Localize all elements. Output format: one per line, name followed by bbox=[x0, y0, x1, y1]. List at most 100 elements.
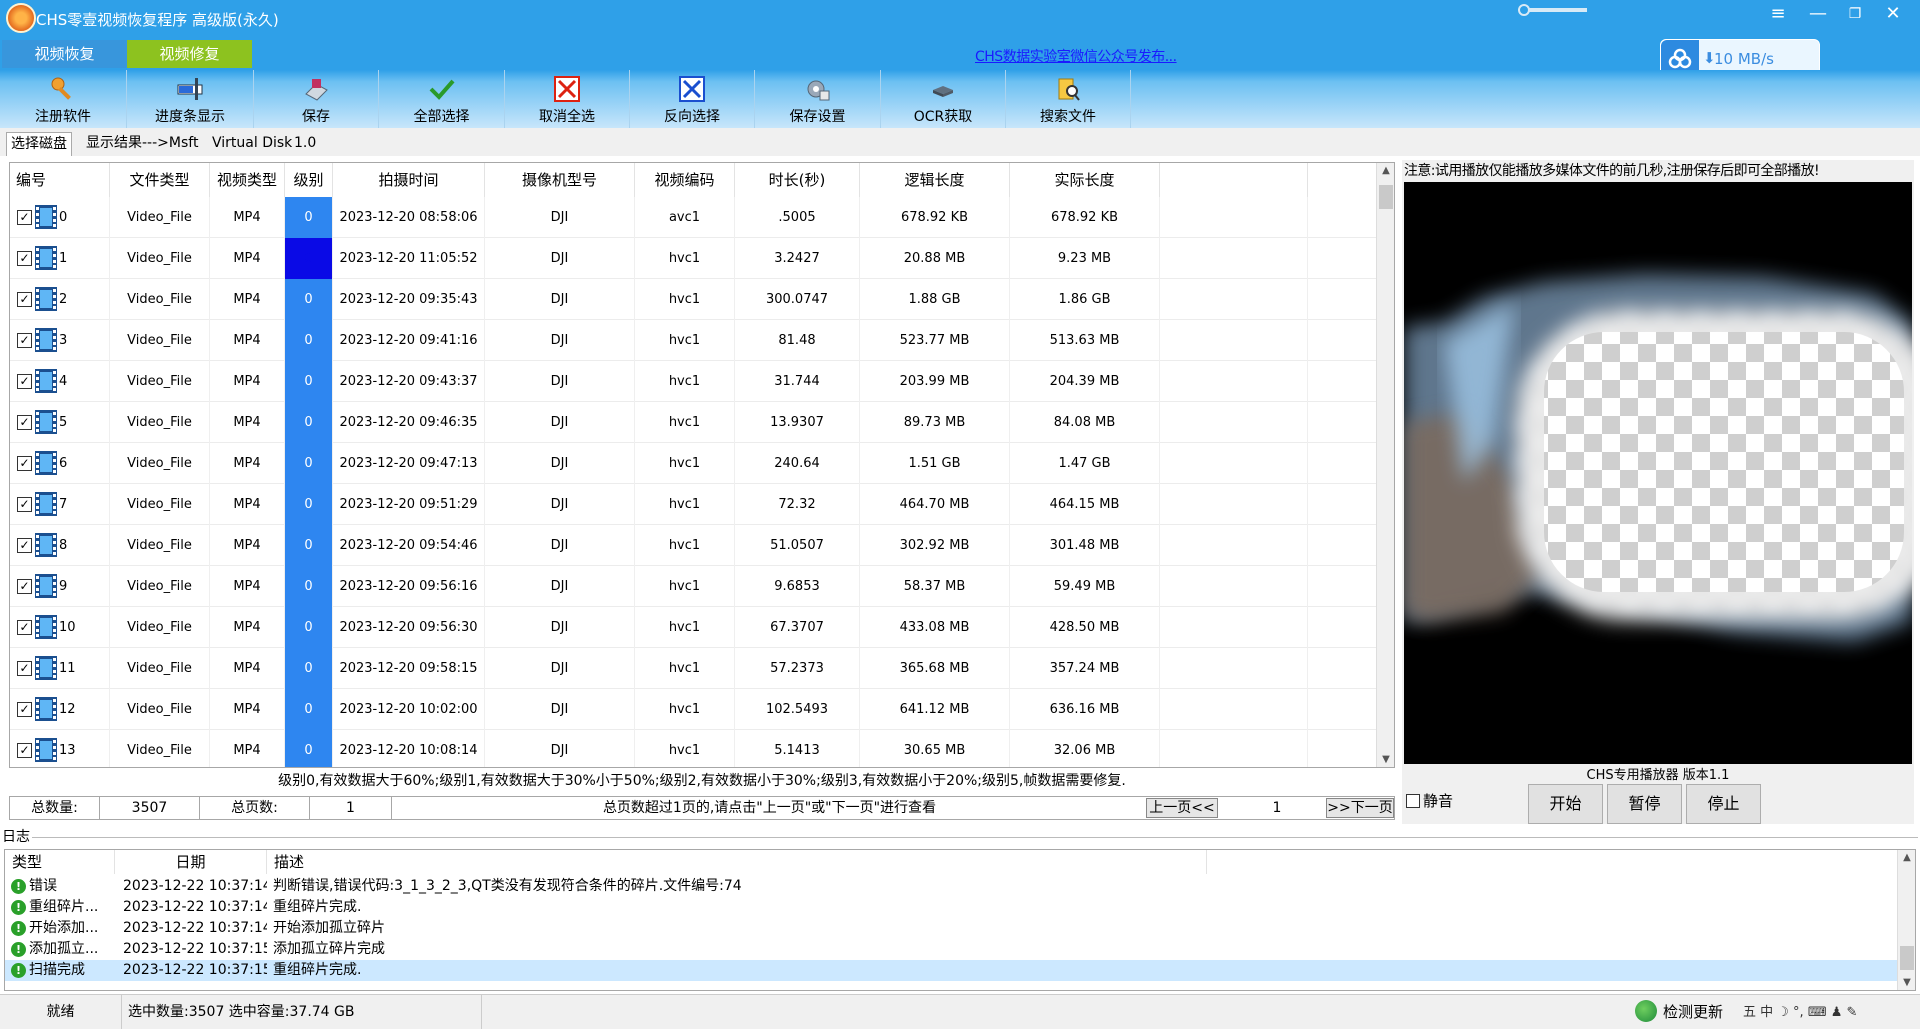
log-scroll-up-icon[interactable]: ▲ bbox=[1898, 852, 1915, 863]
row-id-cell[interactable]: ✓ 0 bbox=[10, 197, 110, 238]
tab-version[interactable]: 1.0 bbox=[290, 132, 320, 156]
table-row[interactable]: ✓ 0 Video_File MP4 0 2023-12-20 08:58:06 DJI av… bbox=[10, 197, 1376, 238]
wechat-notice-link[interactable]: CHS数据实验室微信公众号发布... bbox=[975, 46, 1177, 66]
row-id-cell[interactable]: ✓ 9 bbox=[10, 566, 110, 607]
prev-page-button[interactable]: 上一页<< bbox=[1146, 798, 1218, 818]
log-row[interactable]: ! 扫描完成 2023-12-22 10:37:15 重组碎片完成. bbox=[5, 960, 1899, 981]
log-scroll-thumb[interactable] bbox=[1900, 946, 1914, 970]
log-scroll-down-icon[interactable]: ▼ bbox=[1898, 977, 1915, 988]
column-header-codec[interactable]: 视频编码 bbox=[635, 163, 735, 197]
save-button[interactable]: 保存 bbox=[254, 70, 379, 128]
row-id-cell[interactable]: ✓ 12 bbox=[10, 689, 110, 730]
column-header-id[interactable]: 编号 bbox=[10, 163, 110, 197]
save-settings-button[interactable]: 保存设置 bbox=[755, 70, 881, 128]
row-checkbox[interactable]: ✓ bbox=[17, 292, 32, 307]
scroll-down-icon[interactable]: ▼ bbox=[1377, 754, 1394, 765]
start-button[interactable]: 开始 bbox=[1528, 784, 1603, 824]
row-id-cell[interactable]: ✓ 10 bbox=[10, 607, 110, 648]
table-row[interactable]: ✓ 7 Video_File MP4 0 2023-12-20 09:51:29 DJI hv… bbox=[10, 484, 1376, 525]
row-checkbox[interactable]: ✓ bbox=[17, 210, 32, 225]
tab-results-msft[interactable]: 显示结果--->Msft bbox=[82, 132, 202, 156]
scroll-thumb[interactable] bbox=[1379, 185, 1393, 209]
tab-video-repair[interactable]: 视频修复 bbox=[127, 40, 252, 68]
table-row[interactable]: ✓ 4 Video_File MP4 0 2023-12-20 09:43:37 DJI hv… bbox=[10, 361, 1376, 402]
ocr-fetch-button[interactable]: OCR获取 bbox=[881, 70, 1006, 128]
row-id-cell[interactable]: ✓ 5 bbox=[10, 402, 110, 443]
scroll-up-icon[interactable]: ▲ bbox=[1377, 165, 1394, 176]
row-checkbox[interactable]: ✓ bbox=[17, 579, 32, 594]
table-row[interactable]: ✓ 12 Video_File MP4 0 2023-12-20 10:02:00 DJI h… bbox=[10, 689, 1376, 730]
tab-virtual-disk[interactable]: Virtual Disk bbox=[208, 132, 296, 156]
log-header-type[interactable]: 类型 bbox=[5, 850, 115, 874]
progress-display-button[interactable]: 进度条显示 bbox=[127, 70, 254, 128]
row-id-cell[interactable]: ✓ 2 bbox=[10, 279, 110, 320]
column-header-level[interactable]: 级别 bbox=[285, 163, 333, 197]
table-row[interactable]: ✓ 5 Video_File MP4 0 2023-12-20 09:46:35 DJI hv… bbox=[10, 402, 1376, 443]
pause-button[interactable]: 暂停 bbox=[1607, 784, 1682, 824]
tab-select-disk[interactable]: 选择磁盘 bbox=[6, 132, 72, 156]
log-scrollbar[interactable]: ▲ ▼ bbox=[1897, 850, 1915, 990]
current-page-input[interactable]: 1 bbox=[1220, 797, 1334, 819]
close-icon[interactable]: ✕ bbox=[1876, 2, 1910, 26]
mute-checkbox[interactable]: 静音 bbox=[1406, 790, 1453, 811]
mute-checkbox-box[interactable] bbox=[1406, 794, 1420, 808]
table-row[interactable]: ✓ 6 Video_File MP4 0 2023-12-20 09:47:13 DJI hv… bbox=[10, 443, 1376, 484]
row-id-cell[interactable]: ✓ 4 bbox=[10, 361, 110, 402]
column-header-camera[interactable]: 摄像机型号 bbox=[485, 163, 635, 197]
log-row[interactable]: ! 错误 2023-12-22 10:37:14 判断错误,错误代码:3_1_3_2_… bbox=[5, 876, 1899, 897]
column-header-logical[interactable]: 逻辑长度 bbox=[860, 163, 1010, 197]
restore-icon[interactable]: ❐ bbox=[1838, 2, 1872, 26]
row-checkbox[interactable]: ✓ bbox=[17, 251, 32, 266]
row-id-cell[interactable]: ✓ 11 bbox=[10, 648, 110, 689]
table-row[interactable]: ✓ 11 Video_File MP4 0 2023-12-20 09:58:15 DJI h… bbox=[10, 648, 1376, 689]
search-files-button[interactable]: 搜索文件 bbox=[1006, 70, 1131, 128]
row-checkbox[interactable]: ✓ bbox=[17, 661, 32, 676]
cell-codec: avc1 bbox=[635, 197, 735, 238]
log-row[interactable]: ! 添加孤立... 2023-12-22 10:37:15 添加孤立碎片完成 bbox=[5, 939, 1899, 960]
row-checkbox[interactable]: ✓ bbox=[17, 743, 32, 758]
column-header-duration[interactable]: 时长(秒) bbox=[735, 163, 860, 197]
row-id-cell[interactable]: ✓ 7 bbox=[10, 484, 110, 525]
row-checkbox[interactable]: ✓ bbox=[17, 415, 32, 430]
row-checkbox[interactable]: ✓ bbox=[17, 702, 32, 717]
column-header-actual[interactable]: 实际长度 bbox=[1010, 163, 1160, 197]
table-row[interactable]: ✓ 3 Video_File MP4 0 2023-12-20 09:41:16 DJI hv… bbox=[10, 320, 1376, 361]
table-row[interactable]: ✓ 8 Video_File MP4 0 2023-12-20 09:54:46 DJI hv… bbox=[10, 525, 1376, 566]
row-checkbox[interactable]: ✓ bbox=[17, 538, 32, 553]
row-checkbox[interactable]: ✓ bbox=[17, 497, 32, 512]
table-row[interactable]: ✓ 9 Video_File MP4 0 2023-12-20 09:56:16 DJI hv… bbox=[10, 566, 1376, 607]
window-title: CHS零壹视频恢复程序 高级版(永久) bbox=[36, 11, 279, 29]
log-row[interactable]: ! 开始添加... 2023-12-22 10:37:14 开始添加孤立碎片 bbox=[5, 918, 1899, 939]
column-header-vtype[interactable]: 视频类型 bbox=[210, 163, 285, 197]
minimize-icon[interactable]: — bbox=[1801, 2, 1835, 26]
check-update-button[interactable]: 检测更新 bbox=[1635, 995, 1723, 1029]
log-header-date[interactable]: 日期 bbox=[115, 850, 267, 874]
register-button[interactable]: 注册软件 bbox=[0, 70, 127, 128]
table-row[interactable]: ✓ 2 Video_File MP4 0 2023-12-20 09:35:43 DJI hv… bbox=[10, 279, 1376, 320]
video-preview[interactable] bbox=[1404, 182, 1912, 764]
row-id-cell[interactable]: ✓ 1 bbox=[10, 238, 110, 279]
row-checkbox[interactable]: ✓ bbox=[17, 620, 32, 635]
stop-button[interactable]: 停止 bbox=[1686, 784, 1761, 824]
log-row[interactable]: ! 重组碎片... 2023-12-22 10:37:14 重组碎片完成. bbox=[5, 897, 1899, 918]
table-row[interactable]: ✓ 10 Video_File MP4 0 2023-12-20 09:56:30 DJI h… bbox=[10, 607, 1376, 648]
row-id-cell[interactable]: ✓ 3 bbox=[10, 320, 110, 361]
row-id-cell[interactable]: ✓ 8 bbox=[10, 525, 110, 566]
tab-video-recover[interactable]: 视频恢复 bbox=[2, 40, 127, 68]
next-page-button[interactable]: >>下一页 bbox=[1326, 798, 1394, 818]
column-header-time[interactable]: 拍摄时间 bbox=[333, 163, 485, 197]
table-scrollbar[interactable]: ▲ ▼ bbox=[1376, 163, 1394, 767]
invert-selection-button[interactable]: 反向选择 bbox=[630, 70, 755, 128]
row-id-cell[interactable]: ✓ 6 bbox=[10, 443, 110, 484]
log-header-desc[interactable]: 描述 bbox=[267, 850, 1207, 874]
menu-icon[interactable]: ≡ bbox=[1761, 2, 1795, 26]
row-id-cell[interactable]: ✓ 13 bbox=[10, 730, 110, 767]
column-header-type[interactable]: 文件类型 bbox=[110, 163, 210, 197]
select-all-button[interactable]: 全部选择 bbox=[379, 70, 505, 128]
table-row[interactable]: ✓ 1 Video_File MP4 0 2023-12-20 11:05:52 DJI hv… bbox=[10, 238, 1376, 279]
deselect-all-button[interactable]: 取消全选 bbox=[505, 70, 630, 128]
row-checkbox[interactable]: ✓ bbox=[17, 456, 32, 471]
table-row[interactable]: ✓ 13 Video_File MP4 0 2023-12-20 10:08:14 DJI h… bbox=[10, 730, 1376, 767]
row-checkbox[interactable]: ✓ bbox=[17, 374, 32, 389]
row-checkbox[interactable]: ✓ bbox=[17, 333, 32, 348]
